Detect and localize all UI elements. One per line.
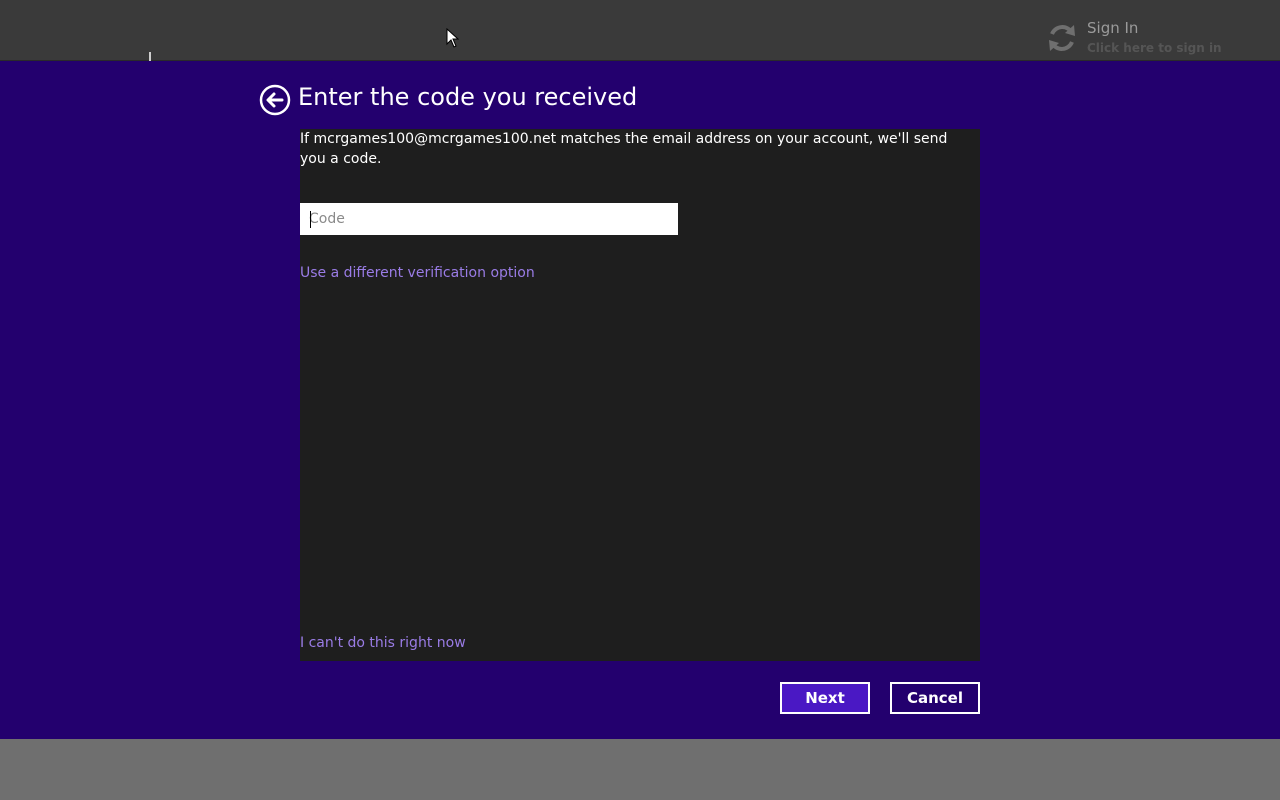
- cant-do-now-link[interactable]: I can't do this right now: [300, 635, 466, 651]
- sync-icon: [1049, 25, 1075, 51]
- back-arrow-icon: [259, 84, 291, 116]
- sign-in-title: Sign In: [1087, 19, 1139, 37]
- description-text: If mcrgames100@mcrgames100.net matches t…: [300, 131, 948, 167]
- top-bar: Sign In Click here to sign in: [0, 0, 1280, 62]
- next-button[interactable]: Next: [780, 682, 870, 714]
- different-verification-link[interactable]: Use a different verification option: [300, 265, 535, 281]
- verification-dialog: Enter the code you received If mcrgames1…: [0, 61, 1280, 739]
- sign-in-subtitle: Click here to sign in: [1087, 41, 1222, 55]
- code-input[interactable]: [300, 203, 678, 235]
- back-button[interactable]: [259, 84, 291, 116]
- content-panel: If mcrgames100@mcrgames100.net matches t…: [300, 129, 980, 661]
- cancel-button[interactable]: Cancel: [890, 682, 980, 714]
- mouse-cursor-icon: [446, 28, 460, 48]
- page-title: Enter the code you received: [298, 83, 638, 111]
- sign-in-button[interactable]: Sign In Click here to sign in: [1044, 18, 1244, 58]
